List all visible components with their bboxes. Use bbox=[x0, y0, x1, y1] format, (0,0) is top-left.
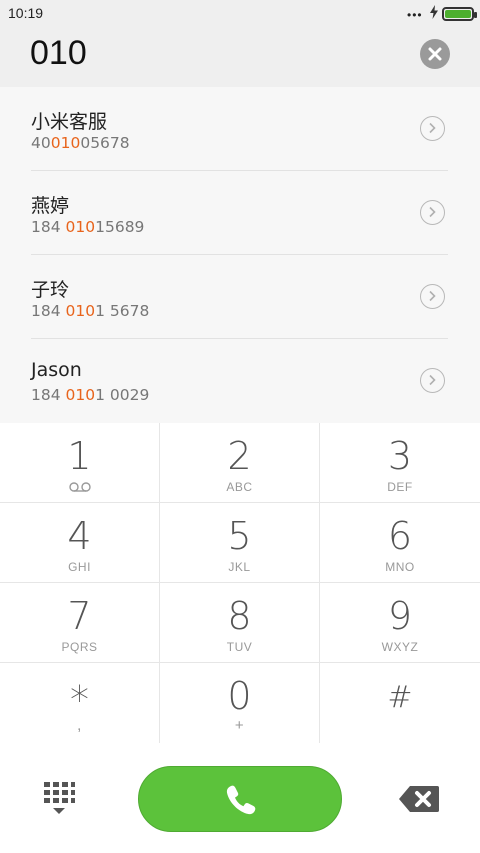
key-5[interactable]: 5 JKL bbox=[160, 503, 320, 583]
key-letters: GHI bbox=[68, 560, 91, 574]
battery-level bbox=[445, 10, 471, 18]
key-2[interactable]: 2 ABC bbox=[160, 423, 320, 503]
number-match: 010 bbox=[50, 134, 81, 152]
key-letters: , bbox=[77, 717, 82, 734]
contact-detail-button[interactable] bbox=[420, 368, 445, 393]
key-letters: DEF bbox=[387, 480, 413, 494]
status-time: 10:19 bbox=[8, 5, 44, 21]
key-letters: TUV bbox=[226, 640, 253, 654]
number-suffix: 1 0029 bbox=[95, 386, 150, 404]
dialer-action-bar bbox=[0, 745, 480, 853]
key-0[interactable]: 0 + bbox=[160, 663, 320, 743]
clear-icon bbox=[428, 47, 442, 61]
contact-result-item[interactable]: 子玲 184 0101 5678 bbox=[0, 255, 480, 339]
contact-name: 小米客服 bbox=[31, 111, 108, 133]
key-letters: ABC bbox=[226, 480, 253, 494]
number-prefix: 40 bbox=[31, 134, 51, 152]
phone-icon bbox=[226, 785, 256, 815]
key-7[interactable]: 7 PQRS bbox=[0, 583, 160, 663]
number-suffix: 15689 bbox=[95, 218, 145, 236]
contact-results-list: 小米客服 4001005678 燕婷 184 01015689 子玲 184 0… bbox=[0, 87, 480, 423]
dial-keypad: 1 2 ABC 3 DEF 4 GHI 5 JKL 6 MNO 7 PQRS 8… bbox=[0, 423, 480, 745]
key-hash[interactable]: # bbox=[320, 663, 480, 743]
signal-dots-icon: ••• bbox=[407, 8, 423, 22]
key-9[interactable]: 9 WXYZ bbox=[320, 583, 480, 663]
number-match: 010 bbox=[65, 302, 96, 320]
key-6[interactable]: 6 MNO bbox=[320, 503, 480, 583]
key-digit: 2 bbox=[227, 434, 252, 478]
key-letters: JKL bbox=[228, 560, 251, 574]
dialed-number[interactable]: 010 bbox=[30, 34, 87, 73]
key-digit: 1 bbox=[67, 434, 92, 478]
clear-button[interactable] bbox=[420, 39, 450, 69]
chevron-right-icon bbox=[429, 122, 436, 134]
contact-name: 子玲 bbox=[31, 279, 70, 301]
contact-detail-button[interactable] bbox=[420, 284, 445, 309]
key-digit: 8 bbox=[227, 594, 252, 638]
number-prefix: 184 bbox=[31, 386, 66, 404]
contact-result-item[interactable]: 燕婷 184 01015689 bbox=[0, 171, 480, 255]
key-digit: * bbox=[70, 678, 89, 722]
dialed-number-bar: 010 bbox=[0, 26, 480, 87]
voicemail-icon bbox=[69, 482, 91, 492]
key-digit: 4 bbox=[67, 514, 92, 558]
battery-icon bbox=[442, 7, 477, 21]
key-digit: 7 bbox=[67, 594, 92, 638]
chevron-right-icon bbox=[429, 206, 436, 218]
contact-number: 184 01015689 bbox=[31, 218, 144, 236]
backspace-icon[interactable] bbox=[398, 785, 440, 813]
key-1[interactable]: 1 bbox=[0, 423, 160, 503]
status-bar: 10:19 ••• bbox=[0, 0, 480, 26]
key-digit: # bbox=[387, 680, 413, 715]
number-match: 010 bbox=[65, 218, 96, 236]
key-letters: + bbox=[234, 717, 245, 734]
contact-number: 184 0101 5678 bbox=[31, 302, 149, 320]
key-digit: 9 bbox=[387, 594, 413, 638]
chevron-right-icon bbox=[429, 290, 436, 302]
key-letters: PQRS bbox=[61, 640, 98, 654]
key-letters: MNO bbox=[385, 560, 415, 574]
key-digit: 5 bbox=[227, 514, 252, 558]
contact-detail-button[interactable] bbox=[420, 116, 445, 141]
key-letters: WXYZ bbox=[381, 640, 419, 654]
contact-result-item[interactable]: 小米客服 4001005678 bbox=[0, 87, 480, 171]
chevron-right-icon bbox=[429, 374, 436, 386]
number-match: 010 bbox=[65, 386, 96, 404]
call-button[interactable] bbox=[138, 766, 342, 832]
contact-number: 4001005678 bbox=[31, 134, 130, 152]
contact-name: Jason bbox=[31, 359, 82, 381]
contact-detail-button[interactable] bbox=[420, 200, 445, 225]
contact-number: 184 0101 0029 bbox=[31, 386, 149, 404]
number-suffix: 05678 bbox=[80, 134, 130, 152]
charging-icon bbox=[430, 5, 438, 19]
key-3[interactable]: 3 DEF bbox=[320, 423, 480, 503]
key-8[interactable]: 8 TUV bbox=[160, 583, 320, 663]
contact-result-item[interactable]: Jason 184 0101 0029 bbox=[0, 339, 480, 423]
key-4[interactable]: 4 GHI bbox=[0, 503, 160, 583]
key-digit: 0 bbox=[227, 674, 252, 718]
contact-name: 燕婷 bbox=[31, 195, 70, 217]
key-digit: 3 bbox=[387, 434, 413, 478]
key-digit: 6 bbox=[387, 514, 413, 558]
number-suffix: 1 5678 bbox=[95, 302, 150, 320]
key-star[interactable]: * , bbox=[0, 663, 160, 743]
number-prefix: 184 bbox=[31, 218, 66, 236]
number-prefix: 184 bbox=[31, 302, 66, 320]
dialpad-icon[interactable] bbox=[42, 781, 76, 817]
